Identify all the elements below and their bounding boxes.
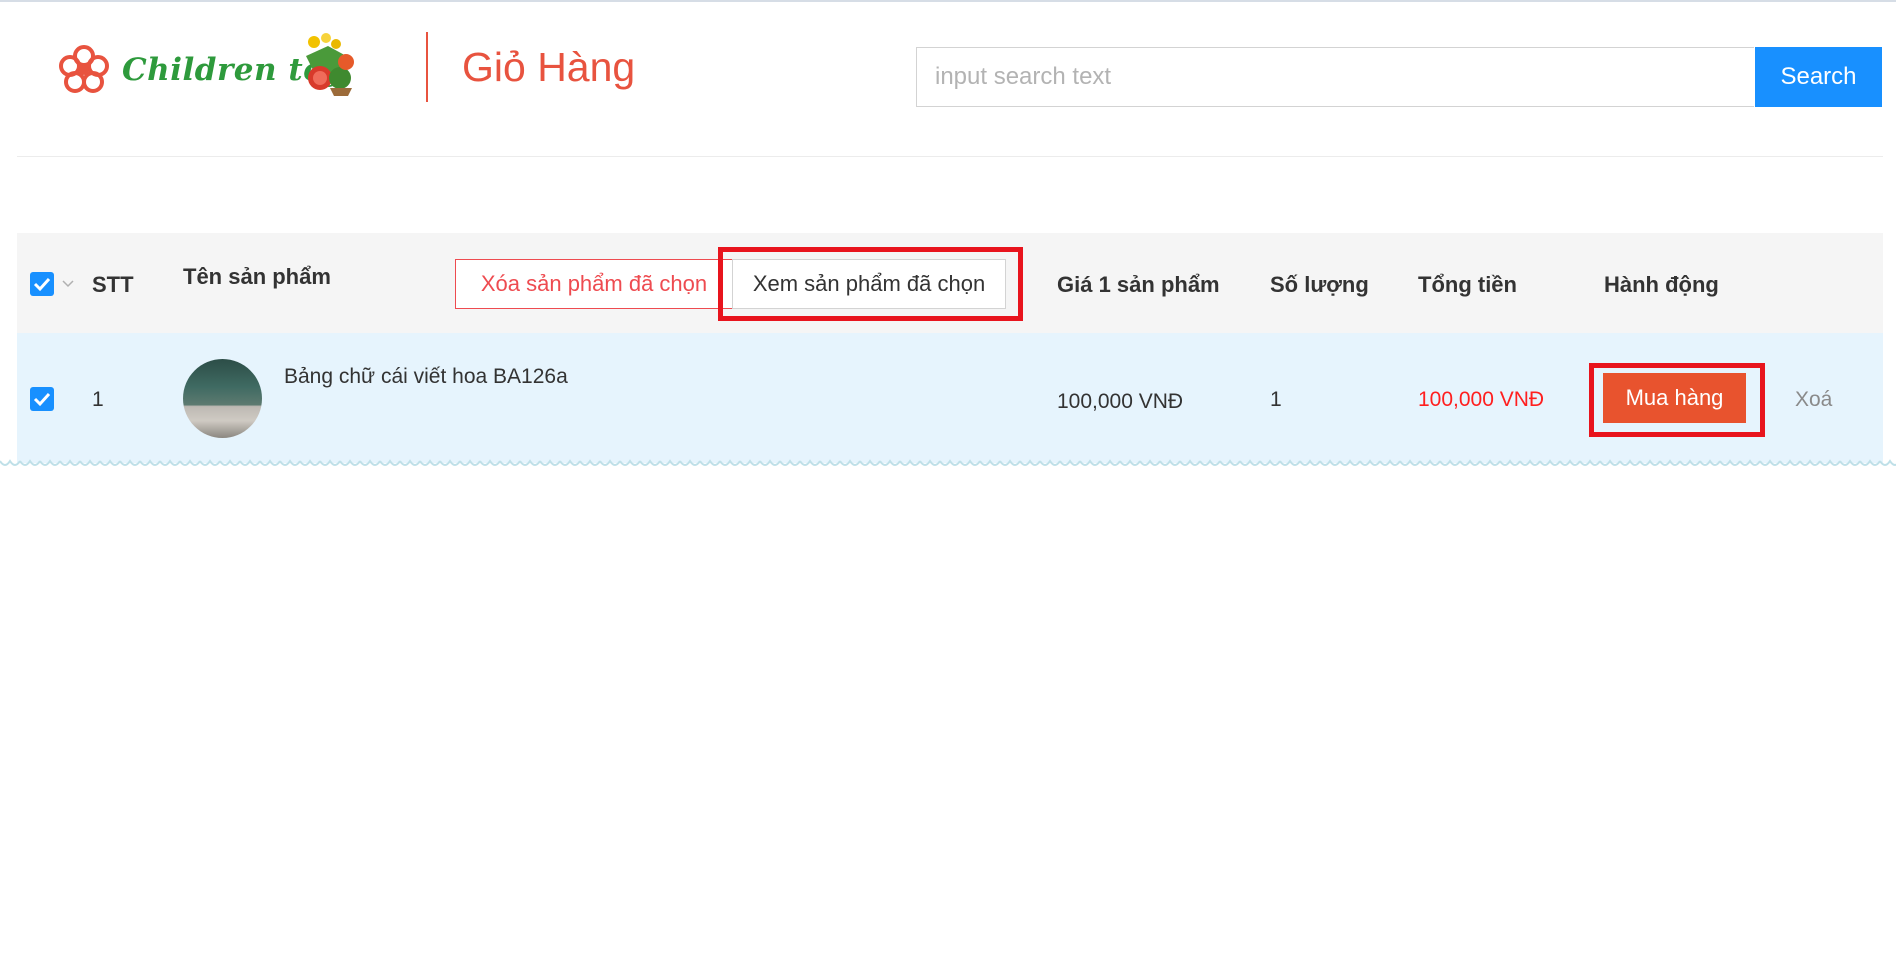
delete-selected-button[interactable]: Xóa sản phẩm đã chọn — [455, 259, 733, 309]
buy-button[interactable]: Mua hàng — [1603, 373, 1746, 423]
row-unit-price: 100,000 VNĐ — [1057, 390, 1184, 413]
row-total: 100,000 VNĐ — [1418, 388, 1545, 411]
product-name-link[interactable]: Bảng chữ cái viết hoa BA126a — [284, 365, 568, 389]
product-thumbnail[interactable] — [183, 359, 262, 438]
header-unit-price: Giá 1 sản phẩm — [1057, 272, 1220, 297]
fruit-basket-icon — [306, 33, 354, 96]
row-stt: 1 — [92, 388, 104, 411]
wavy-divider — [0, 457, 1896, 471]
search-button[interactable]: Search — [1755, 47, 1882, 107]
checkbox-checked-icon — [33, 277, 51, 292]
brand-logo[interactable]: Children toy — [58, 32, 358, 104]
select-all-checkbox[interactable] — [30, 272, 54, 296]
header-stt: STT — [92, 272, 134, 297]
top-border — [0, 0, 1896, 2]
chevron-down-icon[interactable] — [62, 280, 74, 288]
view-selected-button[interactable]: Xem sản phẩm đã chọn — [732, 259, 1006, 309]
header-quantity: Số lượng — [1270, 272, 1369, 297]
header-divider — [426, 32, 428, 102]
flower-logo-icon — [59, 45, 109, 93]
delete-row-link[interactable]: Xoá — [1795, 388, 1832, 412]
header-actions: Hành động — [1604, 272, 1719, 297]
checkbox-checked-icon — [33, 392, 51, 407]
search-input[interactable] — [916, 47, 1754, 107]
row-checkbox[interactable] — [30, 387, 54, 411]
header-separator — [17, 156, 1883, 157]
row-quantity: 1 — [1270, 388, 1282, 411]
page-title: Giỏ Hàng — [462, 44, 636, 90]
header-product-name: Tên sản phẩm — [183, 264, 331, 289]
header-total: Tổng tiền — [1418, 272, 1517, 297]
